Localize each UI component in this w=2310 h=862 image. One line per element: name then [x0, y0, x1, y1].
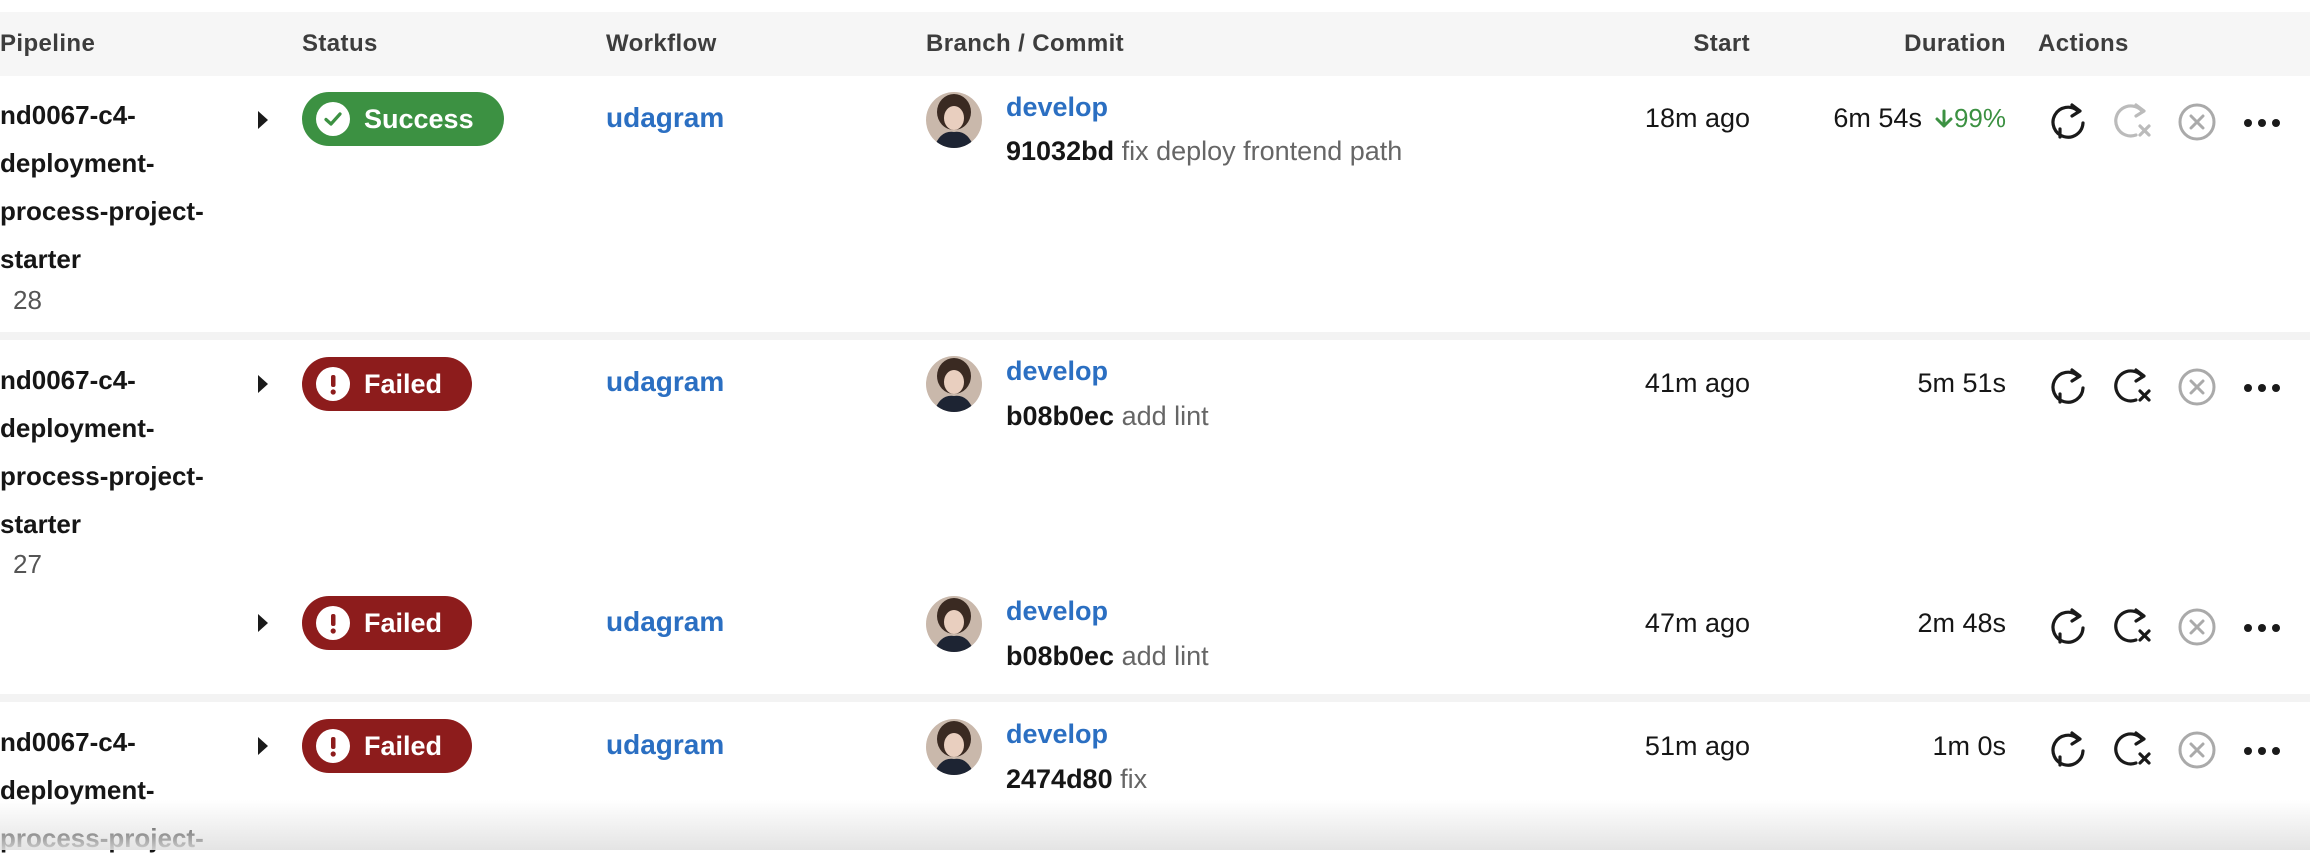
more-icon[interactable] — [2240, 101, 2284, 145]
commit-hash: b08b0ec — [1006, 401, 1115, 431]
arrow-down-icon — [1935, 109, 1953, 127]
column-header-pipeline: Pipeline — [0, 30, 96, 57]
workflow-link[interactable]: udagram — [606, 729, 724, 761]
duration-value: 2m 48s — [1917, 608, 2006, 638]
status-badge[interactable]: Failed — [302, 596, 473, 650]
column-header-workflow: Workflow — [606, 30, 717, 57]
avatar — [926, 719, 982, 775]
start-time: 18m ago — [1644, 103, 1750, 133]
status-label: Failed — [364, 730, 443, 761]
cancel-icon[interactable] — [2176, 606, 2220, 650]
avatar — [926, 92, 982, 148]
status-label: Success — [364, 103, 474, 134]
cancel-icon[interactable] — [2176, 366, 2220, 410]
duration-value: 6m 54s — [1833, 103, 1922, 133]
avatar — [926, 356, 982, 412]
rerun-failed-icon[interactable] — [2110, 727, 2154, 771]
cancel-icon[interactable] — [2176, 729, 2220, 773]
exclamation-circle-icon — [316, 367, 350, 401]
scroll-shadow — [0, 800, 2310, 850]
status-badge[interactable]: Success — [302, 92, 504, 146]
duration: 6m 54s 99% — [1833, 103, 2006, 134]
caret-right-icon[interactable] — [258, 614, 268, 632]
branch-link[interactable]: develop — [1006, 92, 1108, 123]
more-icon[interactable] — [2240, 606, 2284, 650]
duration-value: 5m 51s — [1917, 368, 2006, 398]
caret-right-icon[interactable] — [258, 375, 268, 393]
commit-hash: b08b0ec — [1006, 641, 1115, 671]
rerun-failed-icon[interactable] — [2110, 364, 2154, 408]
status-label: Failed — [364, 368, 443, 399]
column-header-actions: Actions — [2038, 30, 2129, 57]
rerun-icon[interactable] — [2046, 604, 2090, 648]
commit-message: fix — [1120, 764, 1148, 794]
rerun-icon[interactable] — [2046, 99, 2090, 143]
commit[interactable]: b08b0ec add lint — [1006, 641, 1209, 672]
cancel-icon[interactable] — [2176, 101, 2220, 145]
status-badge[interactable]: Failed — [302, 357, 473, 411]
duration-trend: 99% — [1934, 103, 2006, 134]
start-time: 47m ago — [1644, 608, 1750, 638]
more-icon[interactable] — [2240, 729, 2284, 773]
pipeline-name[interactable]: nd0067-c4- deployment- process-project- … — [0, 356, 230, 548]
exclamation-circle-icon — [316, 606, 350, 640]
duration-value: 1m 0s — [1932, 731, 2006, 761]
commit-hash: 91032bd — [1006, 136, 1115, 166]
column-header-start: Start — [1693, 30, 1750, 57]
rerun-failed-icon[interactable] — [2110, 99, 2154, 143]
commit-hash: 2474d80 — [1006, 764, 1113, 794]
duration: 1m 0s — [1932, 731, 2006, 762]
pipeline-name[interactable]: nd0067-c4- deployment- process-project- … — [0, 91, 230, 283]
commit-message: add lint — [1121, 401, 1209, 431]
row-divider — [0, 694, 2310, 702]
avatar — [926, 596, 982, 652]
column-header-status: Status — [302, 30, 378, 57]
workflow-link[interactable]: udagram — [606, 366, 724, 398]
branch-link[interactable]: develop — [1006, 356, 1108, 387]
commit[interactable]: 2474d80 fix — [1006, 764, 1147, 795]
branch-link[interactable]: develop — [1006, 596, 1108, 627]
check-circle-icon — [316, 102, 350, 136]
pipeline-number[interactable]: 28 — [13, 285, 42, 316]
rerun-icon[interactable] — [2046, 727, 2090, 771]
branch-link[interactable]: develop — [1006, 719, 1108, 750]
start-time: 41m ago — [1644, 368, 1750, 398]
pipeline-number[interactable]: 27 — [13, 549, 42, 580]
commit[interactable]: 91032bd fix deploy frontend path — [1006, 136, 1402, 167]
rerun-icon[interactable] — [2046, 364, 2090, 408]
commit[interactable]: b08b0ec add lint — [1006, 401, 1209, 432]
column-header-duration: Duration — [1904, 30, 2006, 57]
rerun-failed-icon[interactable] — [2110, 604, 2154, 648]
commit-message: fix deploy frontend path — [1121, 136, 1403, 166]
duration-trend-value: 99% — [1953, 103, 2006, 133]
duration: 2m 48s — [1917, 608, 2006, 639]
duration: 5m 51s — [1917, 368, 2006, 399]
workflow-link[interactable]: udagram — [606, 102, 724, 134]
row-divider — [0, 332, 2310, 340]
status-badge[interactable]: Failed — [302, 719, 473, 773]
caret-right-icon[interactable] — [258, 737, 268, 755]
status-label: Failed — [364, 607, 443, 638]
caret-right-icon[interactable] — [258, 111, 268, 129]
workflow-link[interactable]: udagram — [606, 606, 724, 638]
start-time: 51m ago — [1644, 731, 1750, 761]
more-icon[interactable] — [2240, 366, 2284, 410]
exclamation-circle-icon — [316, 729, 350, 763]
column-header-branch-commit: Branch / Commit — [926, 30, 1125, 57]
commit-message: add lint — [1121, 641, 1209, 671]
